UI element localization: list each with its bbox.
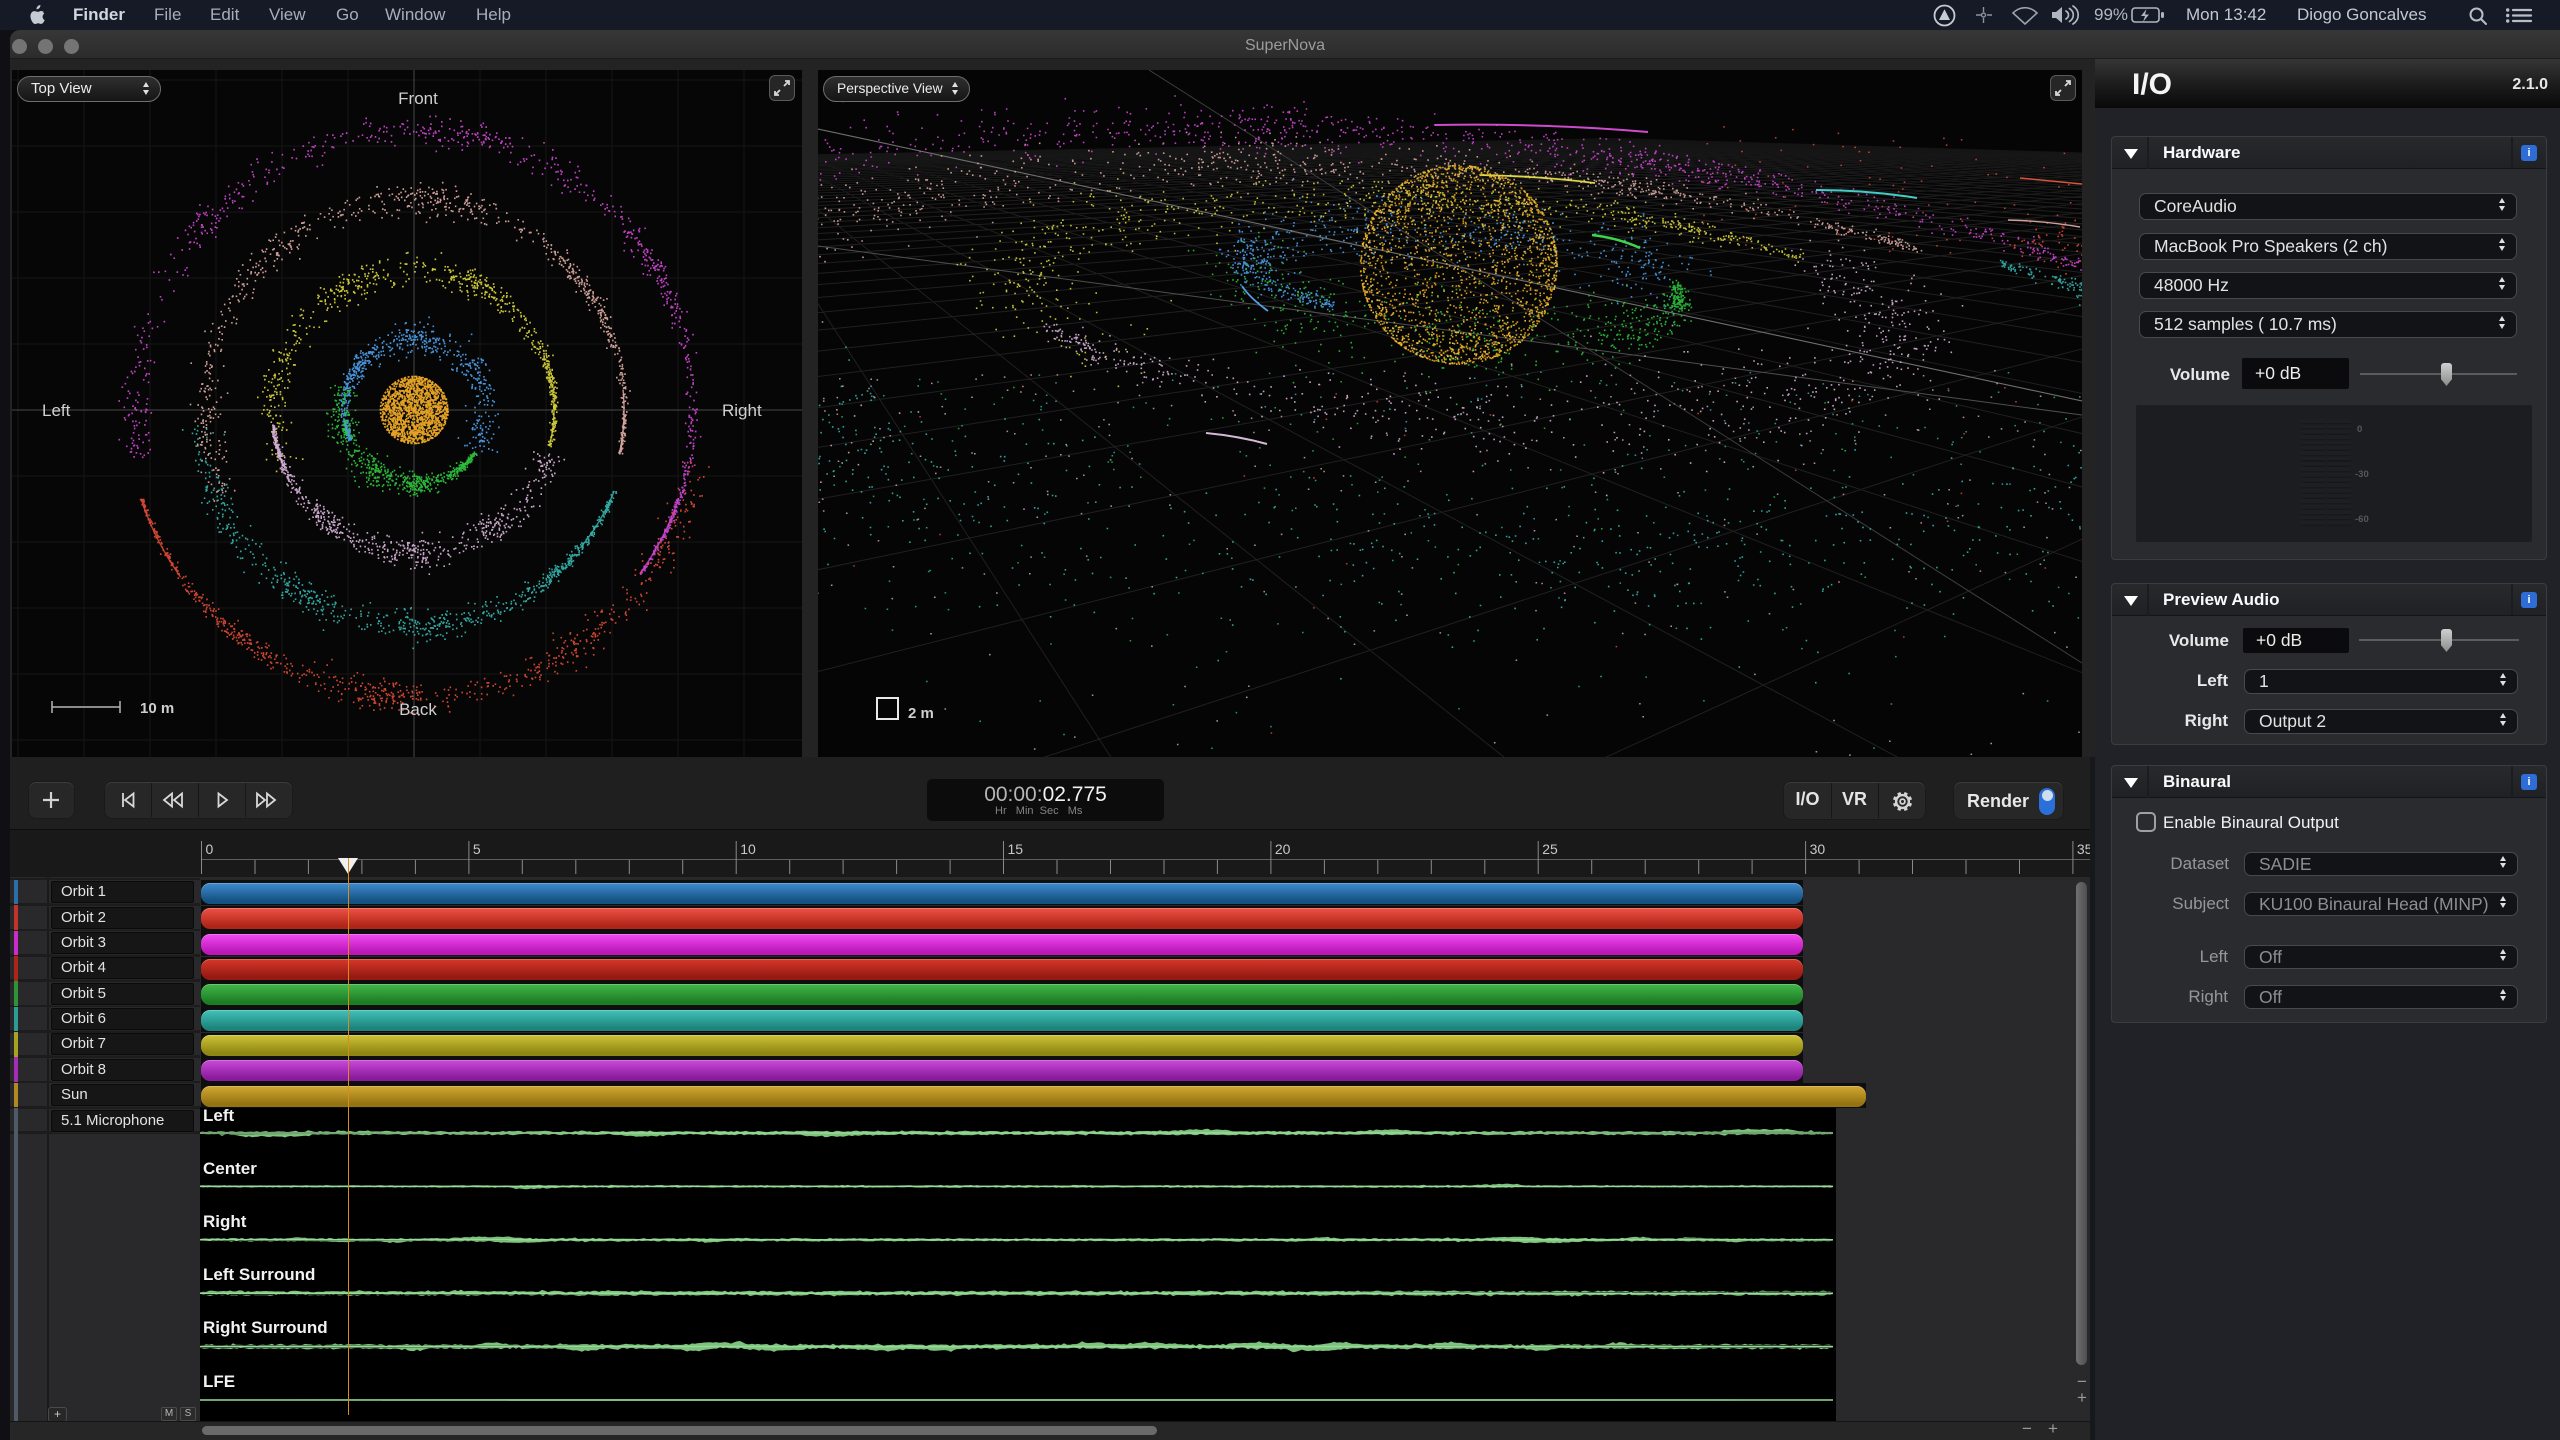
svg-text:10 m: 10 m [140,700,174,717]
svg-text:35: 35 [2077,841,2090,857]
svg-text:0: 0 [206,841,214,857]
svg-text:20: 20 [1275,841,1291,857]
svg-text:Front: Front [398,89,438,108]
svg-text:2 m: 2 m [908,705,934,722]
svg-text:30: 30 [1810,841,1826,857]
svg-text:Back: Back [399,700,437,719]
svg-text:15: 15 [1008,841,1024,857]
svg-text:25: 25 [1542,841,1558,857]
svg-text:10: 10 [740,841,756,857]
svg-text:5: 5 [473,841,481,857]
svg-text:Right: Right [722,401,762,420]
svg-text:Left: Left [42,401,71,420]
